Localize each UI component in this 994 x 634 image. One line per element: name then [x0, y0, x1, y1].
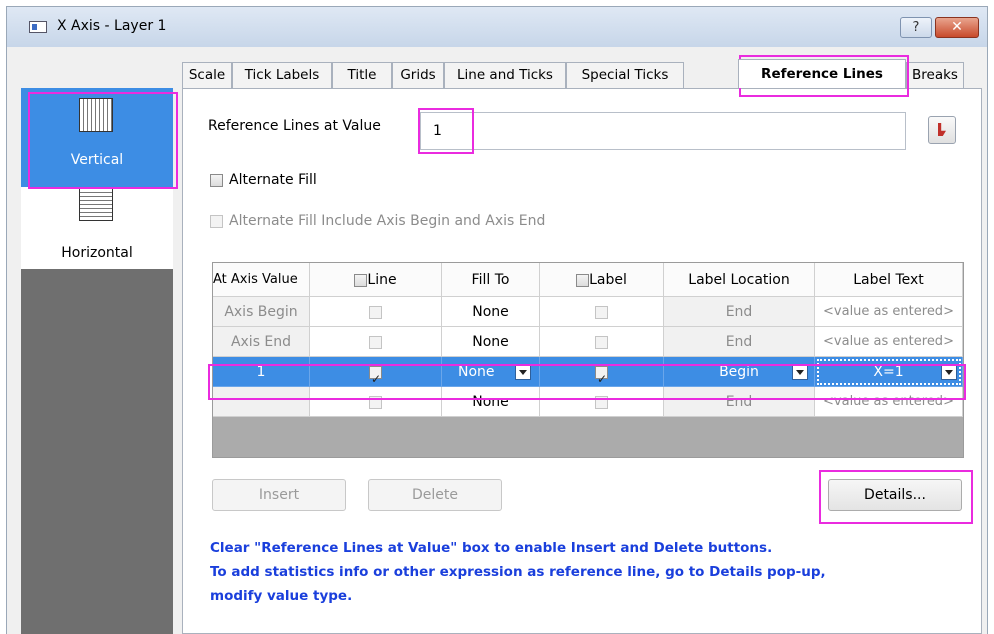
- line-checkbox[interactable]: [369, 305, 382, 319]
- hint-line-2: To add statistics info or other expressi…: [210, 564, 826, 580]
- reference-line-category-list: Vertical Horizontal: [21, 88, 173, 634]
- fill-to-cell[interactable]: None: [442, 327, 540, 357]
- label-location-cell[interactable]: End: [664, 327, 815, 357]
- table-row[interactable]: Axis Begin None End <value as entered>: [213, 297, 963, 327]
- chevron-down-icon[interactable]: [792, 364, 808, 380]
- tab-scale[interactable]: Scale: [182, 62, 232, 88]
- fill-to-cell[interactable]: None: [442, 297, 540, 327]
- line-checkbox[interactable]: [369, 395, 382, 409]
- label-cell[interactable]: [540, 387, 664, 417]
- label-text-cell[interactable]: <value as entered>: [815, 297, 963, 327]
- line-cell[interactable]: [310, 387, 442, 417]
- label-text-cell[interactable]: X=1: [815, 357, 963, 387]
- tab-tick-labels[interactable]: Tick Labels: [232, 62, 332, 88]
- table-header: At Axis Value Line Fill To Label Label L…: [213, 263, 963, 297]
- tab-reference-lines[interactable]: Reference Lines: [738, 59, 906, 88]
- label-checkbox[interactable]: [595, 395, 608, 409]
- label-checkbox[interactable]: [595, 305, 608, 319]
- alternate-fill-option[interactable]: Alternate Fill: [210, 172, 317, 188]
- app-window-icon: [29, 21, 47, 33]
- fill-to-cell[interactable]: None: [442, 357, 540, 387]
- header-axis-value: At Axis Value: [213, 263, 310, 297]
- alternate-fill-checkbox[interactable]: [210, 173, 223, 187]
- reference-lines-table: At Axis Value Line Fill To Label Label L…: [212, 262, 964, 458]
- delete-button[interactable]: Delete: [368, 479, 502, 511]
- tab-grids[interactable]: Grids: [392, 62, 444, 88]
- category-label: Horizontal: [61, 245, 133, 261]
- tab-special-ticks[interactable]: Special Ticks: [566, 62, 684, 88]
- label-checkbox[interactable]: [595, 335, 608, 349]
- label-checkbox[interactable]: [595, 364, 608, 386]
- vertical-grid-icon: [79, 98, 113, 132]
- label-location-cell[interactable]: End: [664, 387, 815, 417]
- tab-breaks[interactable]: Breaks: [906, 62, 964, 88]
- hint-line-3: modify value type.: [210, 588, 353, 604]
- window-title: X Axis - Layer 1: [57, 18, 167, 34]
- category-label: Vertical: [70, 152, 124, 168]
- label-cell[interactable]: [540, 297, 664, 327]
- pick-value-button[interactable]: [928, 116, 956, 144]
- reference-lines-label: Reference Lines at Value: [208, 118, 381, 134]
- reference-lines-input[interactable]: 1: [420, 112, 906, 150]
- line-cell[interactable]: [310, 297, 442, 327]
- label-text-cell[interactable]: <value as entered>: [815, 387, 963, 417]
- label-cell[interactable]: [540, 327, 664, 357]
- label-location-cell[interactable]: Begin: [664, 357, 815, 387]
- help-button[interactable]: ?: [900, 17, 932, 38]
- line-checkbox[interactable]: [369, 335, 382, 349]
- category-horizontal[interactable]: Horizontal: [21, 187, 173, 269]
- header-label[interactable]: Label: [540, 263, 664, 297]
- axis-value-cell[interactable]: 1: [213, 357, 310, 387]
- insert-button[interactable]: Insert: [212, 479, 346, 511]
- details-button[interactable]: Details...: [828, 479, 962, 511]
- header-label-location: Label Location: [664, 263, 815, 297]
- header-fill-to: Fill To: [442, 263, 540, 297]
- table-row-selected[interactable]: 1 None Begin X=1: [213, 357, 963, 387]
- chevron-down-icon[interactable]: [515, 364, 531, 380]
- axis-value-cell: Axis End: [213, 327, 310, 357]
- label-location-cell[interactable]: End: [664, 297, 815, 327]
- alternate-fill-label: Alternate Fill: [229, 172, 317, 188]
- title-bar: X Axis - Layer 1 ? ✕: [7, 7, 987, 47]
- table-row[interactable]: None End <value as entered>: [213, 387, 963, 417]
- close-button[interactable]: ✕: [935, 17, 979, 38]
- label-text-cell[interactable]: <value as entered>: [815, 327, 963, 357]
- header-label-checkbox[interactable]: [576, 273, 590, 287]
- alternate-fill-include-checkbox: [210, 214, 223, 228]
- alternate-fill-include-option: Alternate Fill Include Axis Begin and Ax…: [210, 213, 545, 229]
- fill-to-cell[interactable]: None: [442, 387, 540, 417]
- hint-line-1: Clear "Reference Lines at Value" box to …: [210, 540, 773, 556]
- axis-value-cell[interactable]: [213, 387, 310, 417]
- line-checkbox[interactable]: [369, 364, 382, 386]
- header-label-text: Label Text: [815, 263, 963, 297]
- label-cell[interactable]: [540, 357, 664, 387]
- horizontal-grid-icon: [79, 187, 113, 221]
- category-vertical[interactable]: Vertical: [21, 88, 173, 187]
- chevron-down-icon[interactable]: [941, 364, 957, 380]
- line-cell[interactable]: [310, 327, 442, 357]
- tab-line-and-ticks[interactable]: Line and Ticks: [444, 62, 566, 88]
- arrow-pick-icon: [938, 123, 946, 136]
- header-line[interactable]: Line: [310, 263, 442, 297]
- table-row[interactable]: Axis End None End <value as entered>: [213, 327, 963, 357]
- axis-value-cell: Axis Begin: [213, 297, 310, 327]
- tab-title[interactable]: Title: [332, 62, 392, 88]
- line-cell[interactable]: [310, 357, 442, 387]
- alternate-fill-include-label: Alternate Fill Include Axis Begin and Ax…: [229, 213, 546, 229]
- header-line-checkbox[interactable]: [354, 273, 368, 287]
